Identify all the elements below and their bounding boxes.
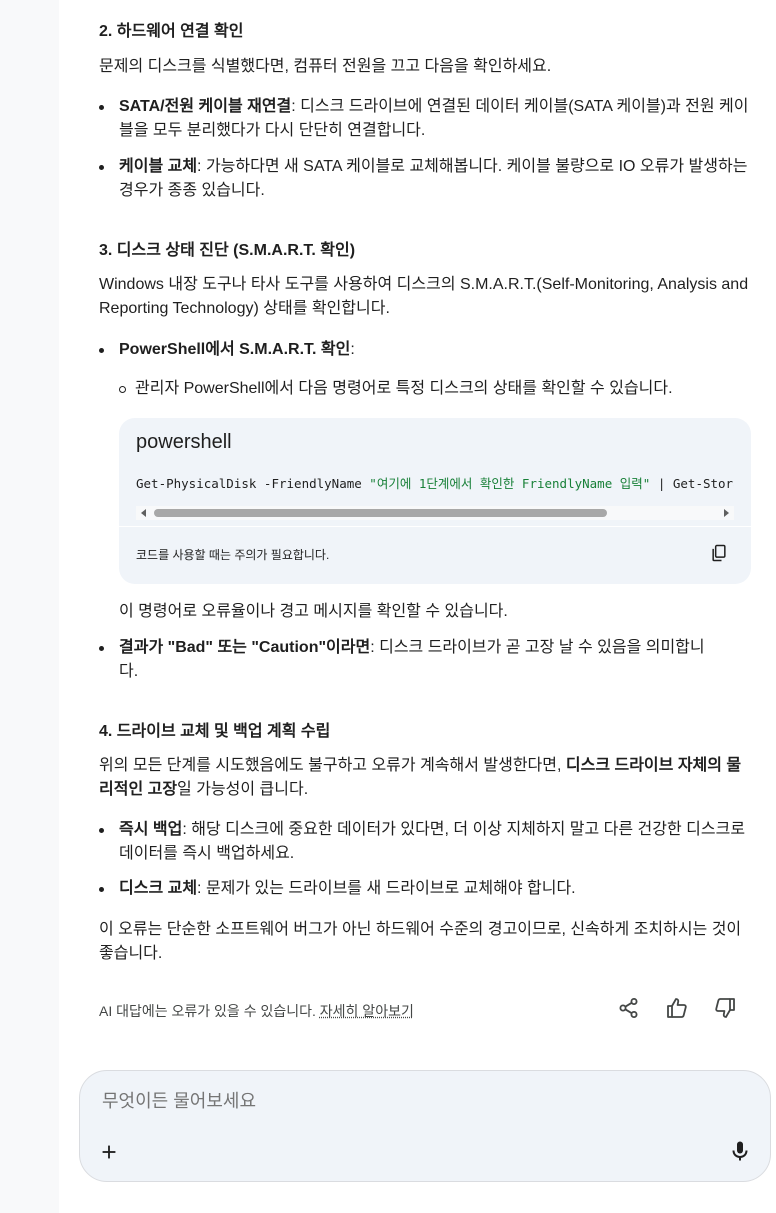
code-string: "여기에 1단계에서 확인한 FriendlyName 입력" — [369, 476, 651, 491]
scrollbar-thumb[interactable] — [154, 509, 607, 517]
list-item-backup: 즉시 백업: 해당 디스크에 중요한 데이터가 있다면, 더 이상 지체하지 말… — [99, 818, 754, 866]
paragraph-after-code: 이 명령어로 오류율이나 경고 메시지를 확인할 수 있습니다. — [119, 603, 508, 620]
list-item-bold: 결과가 "Bad" 또는 "Caution"이라면 — [119, 639, 371, 656]
list-item-bold: 즉시 백업 — [119, 821, 183, 838]
section-heading-smart: 3. 디스크 상태 진단 (S.M.A.R.T. 확인) — [99, 242, 356, 259]
list-item-cable-reconnect: SATA/전원 케이블 재연결: 디스크 드라이브에 연결된 데이터 케이블(S… — [99, 95, 754, 143]
thumbs-down-icon — [715, 998, 735, 1018]
ai-disclaimer: AI 대답에는 오류가 있을 수 있습니다. 자세히 알아보기 — [99, 1001, 414, 1021]
bullet — [99, 105, 104, 110]
thumbs-down-button[interactable] — [713, 996, 737, 1020]
prompt-composer[interactable] — [79, 1070, 771, 1182]
code-language-label: powershell — [136, 431, 232, 453]
code-footer: 코드를 사용할 때는 주의가 필요합니다. — [119, 526, 751, 585]
bullet — [99, 348, 104, 353]
plus-icon — [102, 1145, 116, 1159]
code-horizontal-scrollbar[interactable] — [136, 506, 734, 520]
bullet — [99, 165, 104, 170]
left-sidebar-rail — [0, 0, 59, 1213]
learn-more-link[interactable]: 자세히 알아보기 — [320, 1003, 414, 1019]
list-item-text: : 해당 디스크에 중요한 데이터가 있다면, 더 이상 지체하지 말고 다른 … — [119, 821, 746, 862]
list-item-disk-replace: 디스크 교체: 문제가 있는 드라이브를 새 드라이브로 교체해야 합니다. — [99, 877, 754, 901]
list-item-text: : 문제가 있는 드라이브를 새 드라이브로 교체해야 합니다. — [197, 880, 576, 897]
list-item-cable-replace: 케이블 교체: 가능하다면 새 SATA 케이블로 교체해봅니다. 케이블 불량… — [99, 155, 754, 203]
scroll-right-arrow-icon[interactable] — [724, 509, 729, 517]
paragraph-closing: 이 오류는 단순한 소프트웨어 버그가 아닌 하드웨어 수준의 경고이므로, 신… — [99, 921, 742, 962]
bullet — [99, 828, 104, 833]
list-item-text: : — [350, 341, 355, 358]
section-heading-replace: 4. 드라이브 교체 및 백업 계획 수립 — [99, 723, 331, 740]
list-item-bold: 케이블 교체 — [119, 158, 198, 175]
voice-input-button[interactable] — [728, 1139, 752, 1163]
mic-icon — [732, 1141, 748, 1161]
paragraph-hardware-intro: 문제의 디스크를 식별했다면, 컴퓨터 전원을 끄고 다음을 확인하세요. — [99, 58, 552, 75]
share-icon — [619, 998, 638, 1018]
share-button[interactable] — [617, 996, 641, 1020]
prompt-input[interactable] — [100, 1090, 704, 1113]
sub-list-item-text: 관리자 PowerShell에서 다음 명령어로 특정 디스크의 상태를 확인할… — [135, 380, 673, 397]
bullet — [99, 646, 104, 651]
thumbs-up-button[interactable] — [665, 996, 689, 1020]
thumbs-up-icon — [667, 998, 687, 1018]
list-item-text: : 가능하다면 새 SATA 케이블로 교체해봅니다. 케이블 불량으로 IO … — [119, 158, 748, 199]
sub-list-item-admin-powershell: 관리자 PowerShell에서 다음 명령어로 특정 디스크의 상태를 확인할… — [119, 377, 754, 401]
copy-code-button[interactable] — [709, 543, 729, 563]
disclaimer-text: AI 대답에는 오류가 있을 수 있습니다. — [99, 1003, 320, 1019]
list-item-bold: PowerShell에서 S.M.A.R.T. 확인 — [119, 341, 351, 358]
bullet — [99, 887, 104, 892]
code-pipe: | Get-StorageReliabilityCounter — [657, 476, 734, 491]
code-block: powershell Get-PhysicalDisk -FriendlyNam… — [119, 418, 751, 584]
section-heading-hardware: 2. 하드웨어 연결 확인 — [99, 23, 244, 40]
code-caution-note: 코드를 사용할 때는 주의가 필요합니다. — [136, 548, 330, 562]
paragraph-smart-intro: Windows 내장 도구나 타사 도구를 사용하여 디스크의 S.M.A.R.… — [99, 276, 749, 317]
list-item-bold: 디스크 교체 — [119, 880, 198, 897]
intro-text-b: 일 가능성이 큽니다. — [177, 781, 309, 798]
code-command: Get-PhysicalDisk -FriendlyName — [136, 476, 370, 491]
intro-text-a: 위의 모든 단계를 시도했음에도 불구하고 오류가 계속해서 발생한다면, — [99, 757, 566, 774]
code-line[interactable]: Get-PhysicalDisk -FriendlyName "여기에 1단계에… — [136, 473, 734, 495]
list-item-bad-caution: 결과가 "Bad" 또는 "Caution"이라면: 디스크 드라이브가 곧 고… — [99, 636, 719, 684]
feedback-row: AI 대답에는 오류가 있을 수 있습니다. 자세히 알아보기 — [99, 996, 754, 1022]
sub-bullet — [119, 386, 126, 393]
list-item-bold: SATA/전원 케이블 재연결 — [119, 98, 292, 115]
add-attachment-button[interactable] — [98, 1141, 120, 1163]
scroll-left-arrow-icon[interactable] — [141, 509, 146, 517]
paragraph-replace-intro: 위의 모든 단계를 시도했음에도 불구하고 오류가 계속해서 발생한다면, 디스… — [99, 754, 754, 802]
copy-icon — [712, 544, 726, 562]
list-item-powershell: PowerShell에서 S.M.A.R.T. 확인: — [99, 338, 754, 362]
